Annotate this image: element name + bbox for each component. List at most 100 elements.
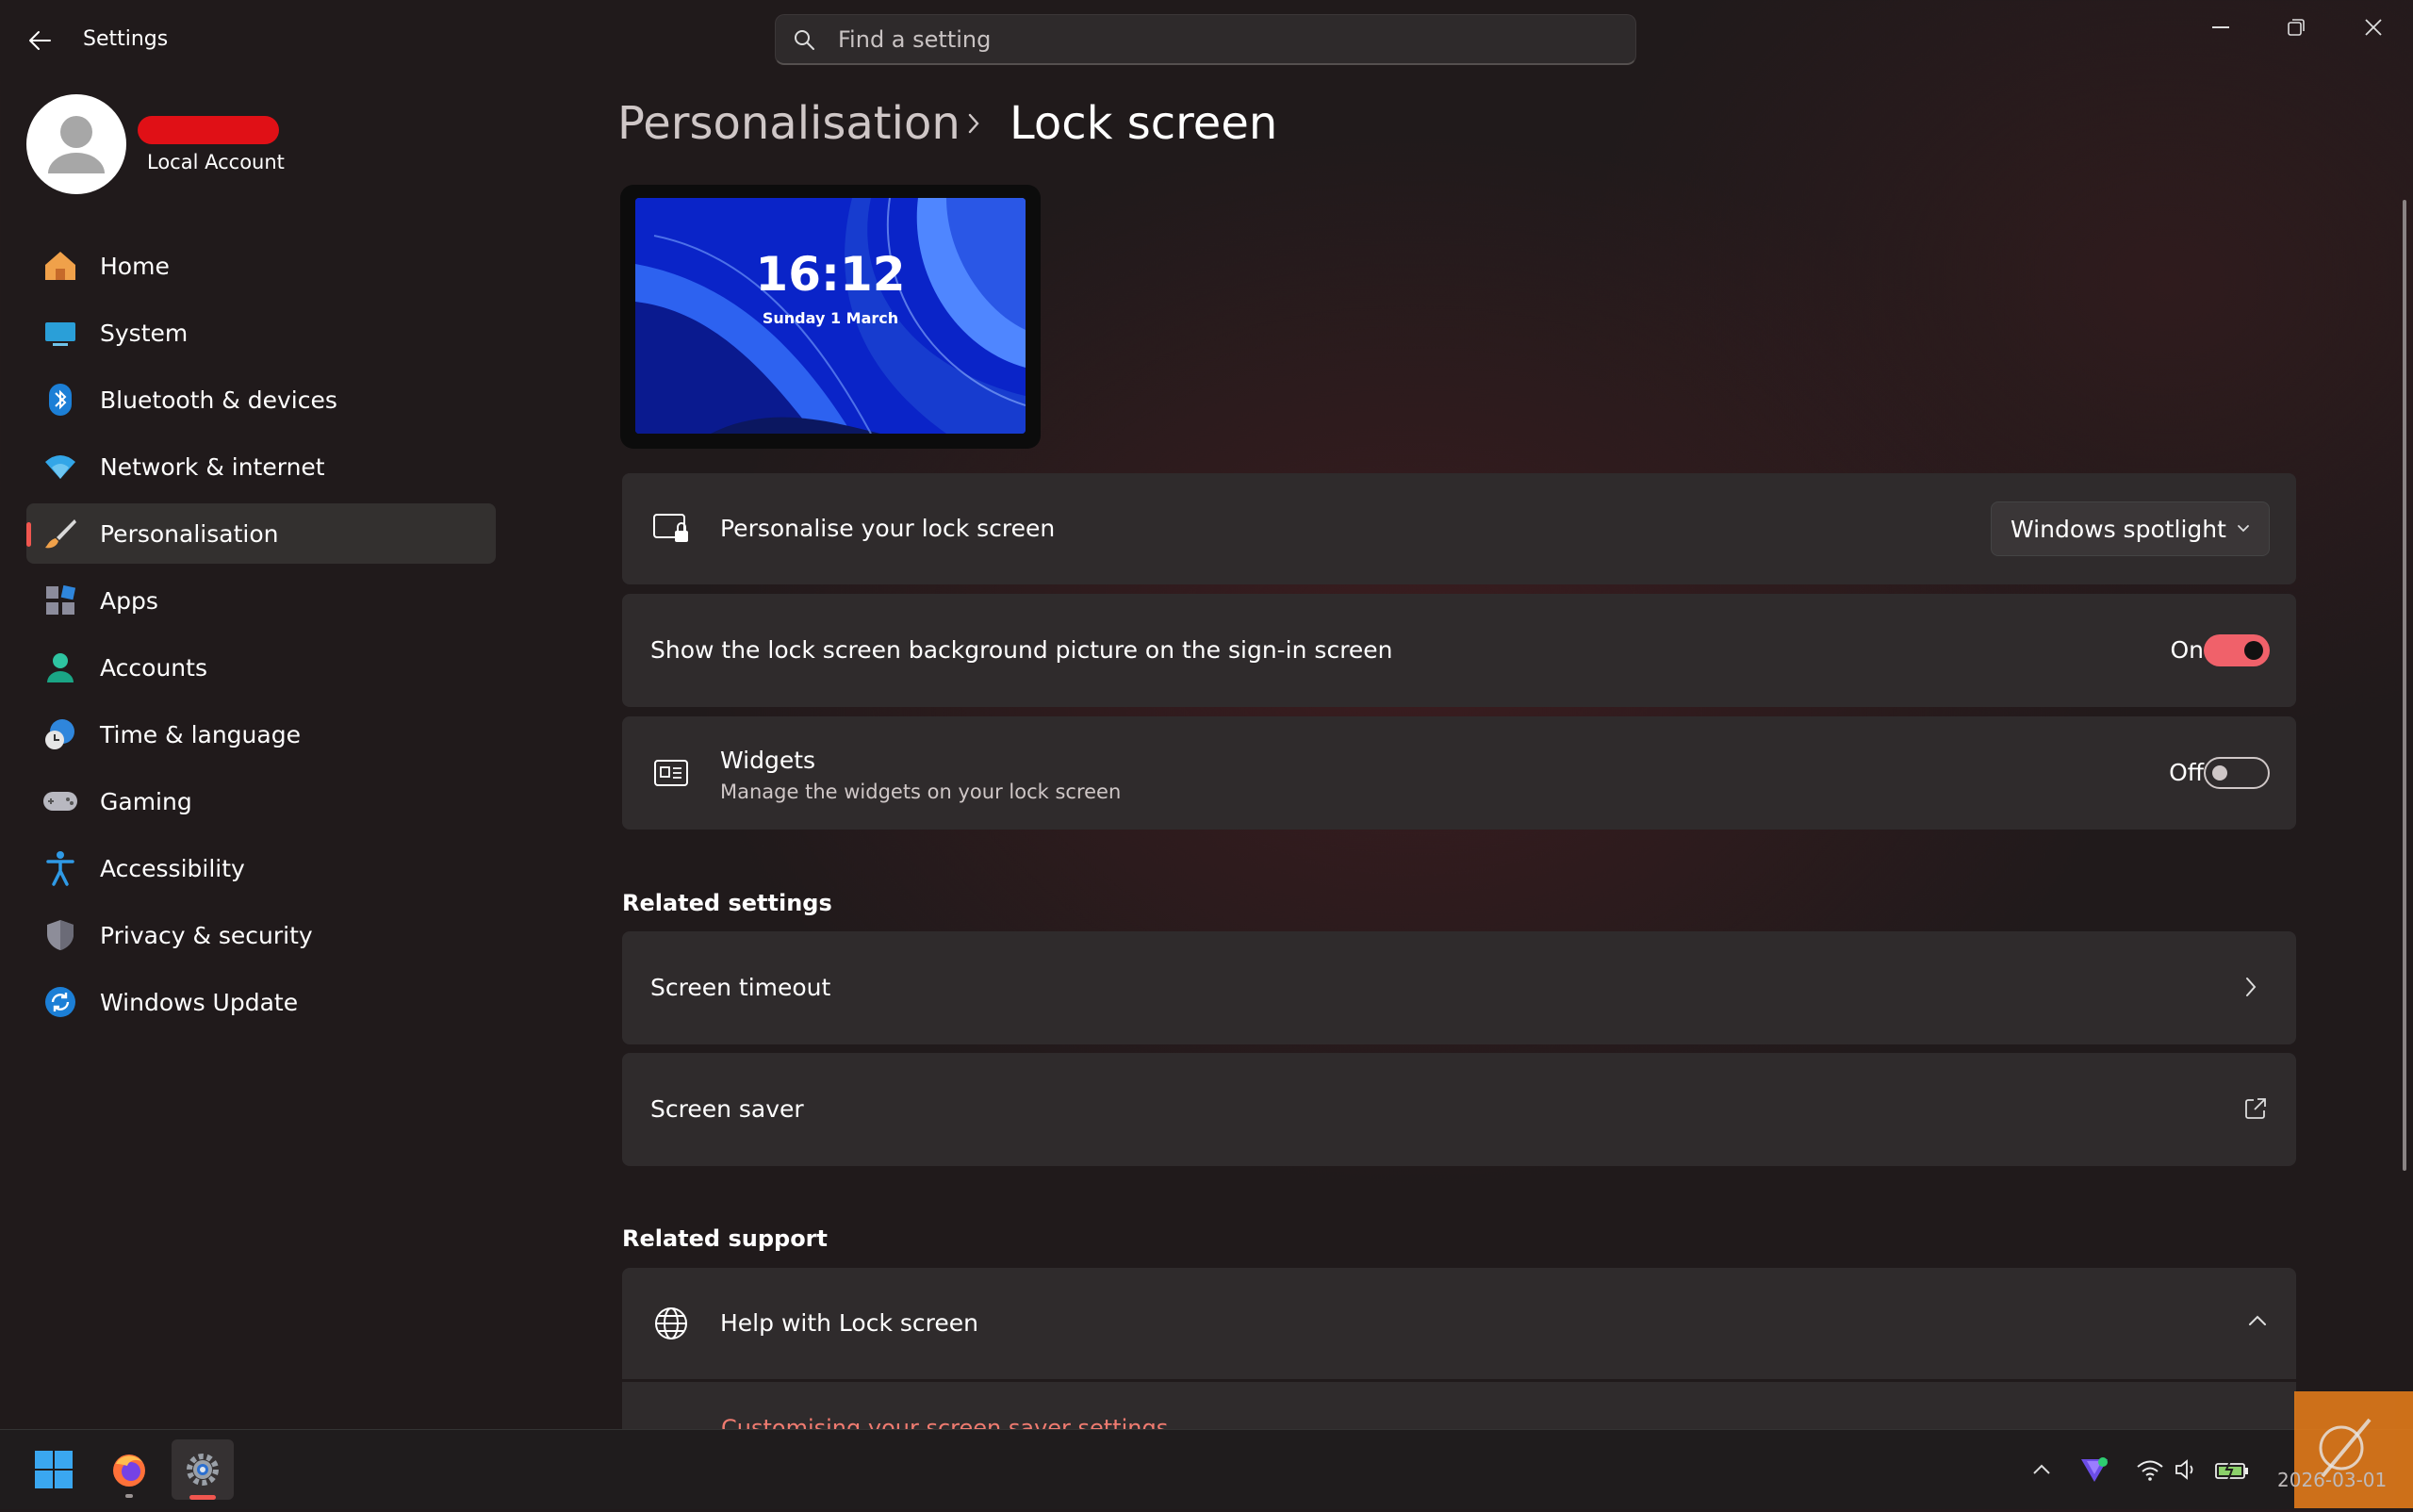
settings-taskbar-button[interactable] bbox=[172, 1439, 234, 1500]
vpn-tray-button[interactable] bbox=[2076, 1451, 2113, 1488]
search-input[interactable] bbox=[836, 25, 1613, 54]
toggle-knob bbox=[2212, 765, 2227, 781]
volume-tray-button[interactable] bbox=[2168, 1451, 2206, 1488]
chevron-up-icon bbox=[2247, 1312, 2268, 1333]
sidebar-item-time-language[interactable]: Time & language bbox=[26, 704, 496, 764]
selected-indicator bbox=[26, 522, 31, 547]
sidebar-item-privacy-security[interactable]: Privacy & security bbox=[26, 905, 496, 965]
widgets-label: Widgets bbox=[720, 747, 816, 774]
wifi-icon bbox=[41, 448, 79, 485]
time-language-icon bbox=[41, 715, 79, 753]
personalise-label: Personalise your lock screen bbox=[720, 515, 1056, 542]
signin-background-label: Show the lock screen background picture … bbox=[650, 636, 1393, 664]
network-tray-button[interactable] bbox=[2131, 1451, 2169, 1488]
speaker-icon bbox=[2175, 1459, 2193, 1480]
chevron-right-icon bbox=[965, 111, 982, 140]
page-title: Lock screen bbox=[1010, 97, 1278, 150]
globe-icon bbox=[652, 1305, 690, 1342]
battery-tray-button[interactable] bbox=[2213, 1451, 2251, 1488]
restore-button[interactable] bbox=[2258, 9, 2334, 45]
screen-timeout-row[interactable]: Screen timeout bbox=[622, 931, 2296, 1044]
start-button[interactable] bbox=[23, 1439, 85, 1500]
firefox-icon bbox=[113, 1454, 145, 1487]
sidebar-item-personalisation[interactable]: Personalisation bbox=[26, 503, 496, 564]
search-icon bbox=[793, 26, 819, 53]
sidebar-item-gaming[interactable]: Gaming bbox=[26, 771, 496, 831]
restore-icon bbox=[2288, 19, 2305, 36]
taskbar bbox=[0, 1429, 2413, 1509]
avatar[interactable] bbox=[26, 94, 126, 194]
signin-background-toggle[interactable] bbox=[2204, 634, 2270, 666]
bluetooth-icon bbox=[41, 381, 79, 419]
running-indicator bbox=[125, 1494, 133, 1498]
gear-icon bbox=[187, 1454, 219, 1486]
system-icon bbox=[41, 314, 79, 352]
gamepad-icon bbox=[41, 782, 79, 820]
chevron-right-icon bbox=[2243, 975, 2258, 1003]
battery-charging-icon bbox=[2215, 1458, 2248, 1481]
lock-screen-icon bbox=[652, 510, 690, 548]
widgets-description: Manage the widgets on your lock screen bbox=[720, 781, 1122, 803]
home-icon bbox=[41, 247, 79, 285]
shield-icon bbox=[41, 916, 79, 954]
lock-screen-preview: 16:12 Sunday 1 March bbox=[620, 185, 1041, 449]
external-link-icon bbox=[2243, 1096, 2268, 1125]
app-title: Settings bbox=[83, 27, 169, 51]
breadcrumb-parent[interactable]: Personalisation bbox=[617, 97, 960, 150]
vpn-shield-icon bbox=[2081, 1457, 2108, 1482]
screen-saver-row[interactable]: Screen saver bbox=[622, 1053, 2296, 1166]
back-arrow-icon bbox=[29, 31, 51, 50]
accounts-icon bbox=[41, 649, 79, 686]
user-icon bbox=[48, 116, 105, 173]
widgets-icon bbox=[652, 754, 690, 792]
chevron-down-icon bbox=[2235, 519, 2252, 540]
search-box[interactable] bbox=[775, 14, 1636, 65]
sidebar-item-apps[interactable]: Apps bbox=[26, 570, 496, 631]
personalise-lock-screen-card: Personalise your lock screen Windows spo… bbox=[622, 473, 2296, 584]
sidebar-item-accessibility[interactable]: Accessibility bbox=[26, 838, 496, 898]
apps-icon bbox=[41, 582, 79, 619]
show-hidden-icons-button[interactable] bbox=[2023, 1451, 2060, 1488]
sidebar-item-bluetooth[interactable]: Bluetooth & devices bbox=[26, 370, 496, 430]
toggle-knob bbox=[2244, 641, 2263, 660]
widgets-state: Off bbox=[2169, 759, 2204, 786]
sidebar-item-system[interactable]: System bbox=[26, 303, 496, 363]
sidebar-item-home[interactable]: Home bbox=[26, 236, 496, 296]
active-indicator bbox=[189, 1495, 216, 1500]
account-type: Local Account bbox=[147, 151, 285, 173]
redacted-user-name bbox=[138, 116, 279, 144]
preview-date: Sunday 1 March bbox=[762, 309, 899, 327]
preview-time: 16:12 bbox=[755, 247, 906, 302]
preview-wallpaper: 16:12 Sunday 1 March bbox=[635, 198, 1026, 434]
taskbar-clock[interactable]: 2026-03-01 bbox=[2277, 1469, 2387, 1491]
signin-background-state: On bbox=[2170, 636, 2204, 664]
help-lock-screen-expander[interactable]: Help with Lock screen bbox=[622, 1268, 2296, 1379]
sidebar-item-network[interactable]: Network & internet bbox=[26, 436, 496, 497]
wifi-icon bbox=[2137, 1460, 2163, 1481]
sidebar-item-accounts[interactable]: Accounts bbox=[26, 637, 496, 698]
lock-screen-type-dropdown[interactable]: Windows spotlight bbox=[1991, 501, 2270, 556]
update-icon bbox=[41, 983, 79, 1021]
close-icon bbox=[2365, 19, 2382, 36]
minimize-icon bbox=[2212, 26, 2229, 28]
screen-timeout-label: Screen timeout bbox=[650, 974, 831, 1001]
related-support-heading: Related support bbox=[622, 1225, 828, 1252]
sidebar-nav: Home System Bluetooth & devices Network … bbox=[26, 236, 496, 1039]
accessibility-icon bbox=[41, 849, 79, 887]
firefox-taskbar-button[interactable] bbox=[98, 1439, 160, 1500]
brush-icon bbox=[41, 515, 79, 552]
widgets-card: Widgets Manage the widgets on your lock … bbox=[622, 716, 2296, 830]
related-settings-heading: Related settings bbox=[622, 890, 832, 916]
windows-logo-icon bbox=[35, 1451, 73, 1488]
dropdown-value: Windows spotlight bbox=[2011, 515, 2226, 543]
widgets-toggle[interactable] bbox=[2204, 757, 2270, 789]
scrollbar[interactable] bbox=[2403, 200, 2406, 1171]
back-button[interactable] bbox=[17, 21, 62, 60]
close-button[interactable] bbox=[2336, 9, 2411, 45]
help-title: Help with Lock screen bbox=[720, 1309, 978, 1337]
chevron-up-icon bbox=[2033, 1464, 2050, 1474]
minimize-button[interactable] bbox=[2183, 9, 2258, 45]
sidebar-item-windows-update[interactable]: Windows Update bbox=[26, 972, 496, 1032]
screen-saver-label: Screen saver bbox=[650, 1095, 804, 1123]
signin-background-card: Show the lock screen background picture … bbox=[622, 594, 2296, 707]
